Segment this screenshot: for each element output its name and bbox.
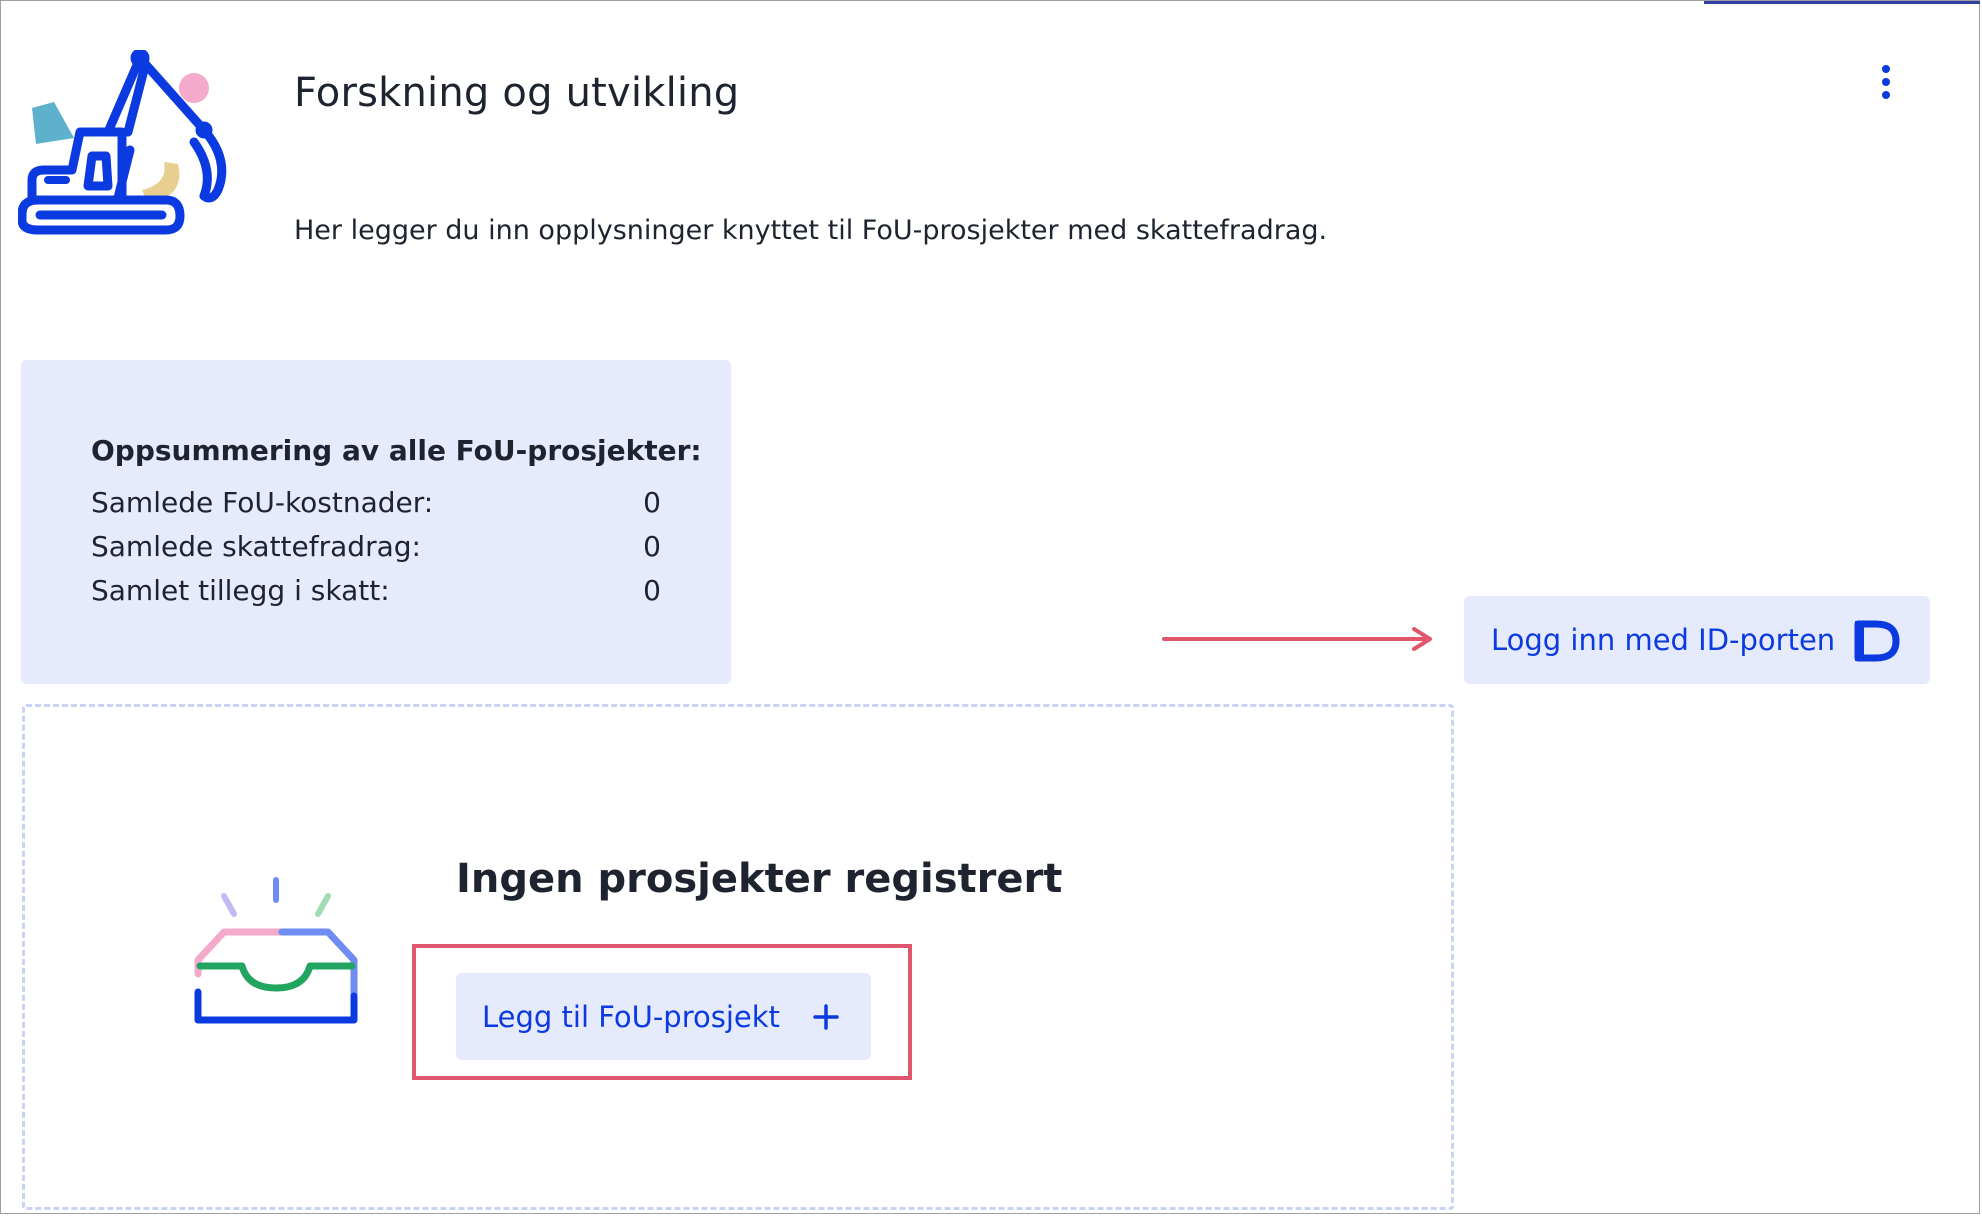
summary-value: 0	[643, 530, 661, 563]
summary-card: Oppsummering av alle FoU-prosjekter: Sam…	[21, 360, 731, 684]
more-vertical-icon-dot	[1882, 91, 1890, 99]
login-button-label: Logg inn med ID-porten	[1491, 623, 1836, 657]
more-vertical-icon	[1882, 65, 1890, 73]
more-vertical-icon-dot	[1882, 78, 1890, 86]
summary-row-costs: Samlede FoU-kostnader: 0	[91, 481, 661, 525]
excavator-icon	[18, 50, 227, 235]
page-title: Forskning og utvikling	[294, 70, 740, 116]
plus-icon	[813, 1004, 839, 1030]
summary-label: Samlet tillegg i skatt:	[91, 574, 390, 607]
annotation-arrow-icon	[1162, 627, 1432, 651]
page-intro-text: Her legger du inn opplysninger knyttet t…	[294, 215, 1328, 246]
summary-label: Samlede FoU-kostnader:	[91, 486, 434, 519]
login-idporten-button[interactable]: Logg inn med ID-porten	[1464, 596, 1930, 684]
summary-value: 0	[643, 486, 661, 519]
summary-heading: Oppsummering av alle FoU-prosjekter:	[91, 434, 702, 467]
idporten-icon	[1854, 620, 1900, 662]
empty-state-heading: Ingen prosjekter registrert	[456, 856, 1063, 902]
empty-inbox-icon	[194, 877, 358, 1024]
summary-value: 0	[643, 574, 661, 607]
top-accent-bar	[1704, 1, 1980, 4]
add-project-button[interactable]: Legg til FoU-prosjekt	[456, 973, 871, 1060]
more-options-button[interactable]	[1866, 58, 1906, 106]
summary-row-tax-addition: Samlet tillegg i skatt: 0	[91, 569, 661, 613]
summary-row-deductions: Samlede skattefradrag: 0	[91, 525, 661, 569]
summary-label: Samlede skattefradrag:	[91, 530, 421, 563]
add-project-button-label: Legg til FoU-prosjekt	[482, 999, 780, 1034]
